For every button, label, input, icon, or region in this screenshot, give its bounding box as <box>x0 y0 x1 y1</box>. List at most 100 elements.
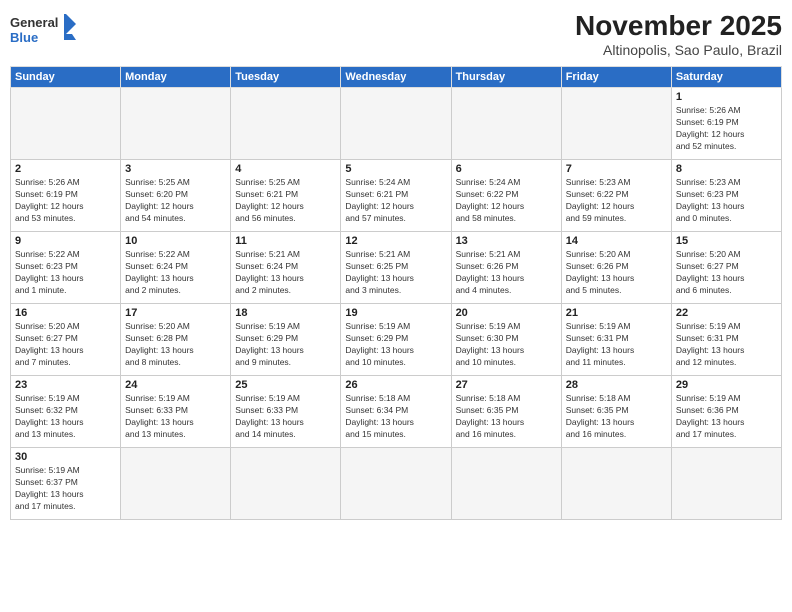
day-number: 19 <box>345 307 446 319</box>
day-number: 22 <box>676 307 777 319</box>
day-number: 20 <box>456 307 557 319</box>
calendar-cell: 7 Sunrise: 5:23 AM Sunset: 6:22 PM Daylig… <box>561 160 671 232</box>
calendar-row: 23Sunrise: 5:19 AM Sunset: 6:32 PM Dayli… <box>11 376 782 448</box>
day-info: Sunrise: 5:26 AM Sunset: 6:19 PM Dayligh… <box>15 177 116 225</box>
calendar-cell: 17Sunrise: 5:20 AM Sunset: 6:28 PM Dayli… <box>121 304 231 376</box>
day-info: Sunrise: 5:21 AM Sunset: 6:24 PM Dayligh… <box>235 249 336 297</box>
day-info: Sunrise: 5:19 AM Sunset: 6:29 PM Dayligh… <box>345 321 446 369</box>
page: General Blue November 2025 Altinopolis, … <box>0 0 792 612</box>
calendar-cell: 23Sunrise: 5:19 AM Sunset: 6:32 PM Dayli… <box>11 376 121 448</box>
day-info: Sunrise: 5:20 AM Sunset: 6:26 PM Dayligh… <box>566 249 667 297</box>
calendar-row: 2 Sunrise: 5:26 AM Sunset: 6:19 PM Daylig… <box>11 160 782 232</box>
calendar-cell <box>341 88 451 160</box>
day-number: 7 <box>566 163 667 175</box>
day-number: 13 <box>456 235 557 247</box>
day-info: Sunrise: 5:21 AM Sunset: 6:25 PM Dayligh… <box>345 249 446 297</box>
calendar-cell <box>561 448 671 520</box>
calendar-cell: 30Sunrise: 5:19 AM Sunset: 6:37 PM Dayli… <box>11 448 121 520</box>
calendar-cell: 5Sunrise: 5:24 AM Sunset: 6:21 PM Daylig… <box>341 160 451 232</box>
calendar-cell: 1Sunrise: 5:26 AM Sunset: 6:19 PM Daylig… <box>671 88 781 160</box>
calendar-cell: 20Sunrise: 5:19 AM Sunset: 6:30 PM Dayli… <box>451 304 561 376</box>
day-info: Sunrise: 5:18 AM Sunset: 6:35 PM Dayligh… <box>456 393 557 441</box>
day-number: 17 <box>125 307 226 319</box>
calendar-cell <box>451 448 561 520</box>
day-info: Sunrise: 5:19 AM Sunset: 6:36 PM Dayligh… <box>676 393 777 441</box>
day-info: Sunrise: 5:19 AM Sunset: 6:32 PM Dayligh… <box>15 393 116 441</box>
day-number: 12 <box>345 235 446 247</box>
day-info: Sunrise: 5:22 AM Sunset: 6:24 PM Dayligh… <box>125 249 226 297</box>
svg-text:Blue: Blue <box>10 30 38 45</box>
day-number: 4 <box>235 163 336 175</box>
day-info: Sunrise: 5:25 AM Sunset: 6:21 PM Dayligh… <box>235 177 336 225</box>
calendar-cell <box>11 88 121 160</box>
day-number: 15 <box>676 235 777 247</box>
day-number: 2 <box>15 163 116 175</box>
calendar-cell: 29 Sunrise: 5:19 AM Sunset: 6:36 PM Dayli… <box>671 376 781 448</box>
calendar-row: 9 Sunrise: 5:22 AM Sunset: 6:23 PM Daylig… <box>11 232 782 304</box>
day-info: Sunrise: 5:22 AM Sunset: 6:23 PM Dayligh… <box>15 249 116 297</box>
day-number: 25 <box>235 379 336 391</box>
day-number: 3 <box>125 163 226 175</box>
calendar-table: Sunday Monday Tuesday Wednesday Thursday… <box>10 66 782 520</box>
calendar-cell: 26Sunrise: 5:18 AM Sunset: 6:34 PM Dayli… <box>341 376 451 448</box>
day-info: Sunrise: 5:21 AM Sunset: 6:26 PM Dayligh… <box>456 249 557 297</box>
day-number: 21 <box>566 307 667 319</box>
calendar-cell: 21Sunrise: 5:19 AM Sunset: 6:31 PM Dayli… <box>561 304 671 376</box>
header-monday: Monday <box>121 67 231 88</box>
day-number: 29 <box>676 379 777 391</box>
day-info: Sunrise: 5:19 AM Sunset: 6:33 PM Dayligh… <box>125 393 226 441</box>
header-saturday: Saturday <box>671 67 781 88</box>
calendar-cell <box>231 448 341 520</box>
calendar-cell: 25 Sunrise: 5:19 AM Sunset: 6:33 PM Dayli… <box>231 376 341 448</box>
calendar-cell <box>451 88 561 160</box>
day-number: 1 <box>676 91 777 103</box>
day-number: 14 <box>566 235 667 247</box>
header-thursday: Thursday <box>451 67 561 88</box>
calendar-cell: 13 Sunrise: 5:21 AM Sunset: 6:26 PM Dayli… <box>451 232 561 304</box>
location-subtitle: Altinopolis, Sao Paulo, Brazil <box>575 42 782 58</box>
day-info: Sunrise: 5:20 AM Sunset: 6:27 PM Dayligh… <box>676 249 777 297</box>
calendar-cell: 12 Sunrise: 5:21 AM Sunset: 6:25 PM Dayli… <box>341 232 451 304</box>
calendar-cell: 24 Sunrise: 5:19 AM Sunset: 6:33 PM Dayli… <box>121 376 231 448</box>
calendar-cell: 3 Sunrise: 5:25 AM Sunset: 6:20 PM Daylig… <box>121 160 231 232</box>
calendar-cell: 15 Sunrise: 5:20 AM Sunset: 6:27 PM Dayli… <box>671 232 781 304</box>
logo: General Blue <box>10 10 80 50</box>
calendar-cell: 22Sunrise: 5:19 AM Sunset: 6:31 PM Dayli… <box>671 304 781 376</box>
calendar-cell <box>121 448 231 520</box>
calendar-cell <box>561 88 671 160</box>
calendar-cell: 2 Sunrise: 5:26 AM Sunset: 6:19 PM Daylig… <box>11 160 121 232</box>
day-info: Sunrise: 5:20 AM Sunset: 6:27 PM Dayligh… <box>15 321 116 369</box>
day-info: Sunrise: 5:25 AM Sunset: 6:20 PM Dayligh… <box>125 177 226 225</box>
header-friday: Friday <box>561 67 671 88</box>
calendar-row: 16 Sunrise: 5:20 AM Sunset: 6:27 PM Dayli… <box>11 304 782 376</box>
calendar-cell: 10Sunrise: 5:22 AM Sunset: 6:24 PM Dayli… <box>121 232 231 304</box>
header-wednesday: Wednesday <box>341 67 451 88</box>
day-info: Sunrise: 5:24 AM Sunset: 6:22 PM Dayligh… <box>456 177 557 225</box>
calendar-cell: 19 Sunrise: 5:19 AM Sunset: 6:29 PM Dayli… <box>341 304 451 376</box>
day-info: Sunrise: 5:19 AM Sunset: 6:37 PM Dayligh… <box>15 465 116 513</box>
day-info: Sunrise: 5:19 AM Sunset: 6:29 PM Dayligh… <box>235 321 336 369</box>
calendar-cell <box>231 88 341 160</box>
header-sunday: Sunday <box>11 67 121 88</box>
day-number: 11 <box>235 235 336 247</box>
day-number: 9 <box>15 235 116 247</box>
svg-text:General: General <box>10 15 58 30</box>
day-number: 24 <box>125 379 226 391</box>
calendar-cell: 9 Sunrise: 5:22 AM Sunset: 6:23 PM Daylig… <box>11 232 121 304</box>
calendar-cell: 16 Sunrise: 5:20 AM Sunset: 6:27 PM Dayli… <box>11 304 121 376</box>
calendar-row: 30Sunrise: 5:19 AM Sunset: 6:37 PM Dayli… <box>11 448 782 520</box>
calendar-cell: 27Sunrise: 5:18 AM Sunset: 6:35 PM Dayli… <box>451 376 561 448</box>
day-number: 16 <box>15 307 116 319</box>
day-info: Sunrise: 5:23 AM Sunset: 6:22 PM Dayligh… <box>566 177 667 225</box>
calendar-cell: 6Sunrise: 5:24 AM Sunset: 6:22 PM Daylig… <box>451 160 561 232</box>
header: General Blue November 2025 Altinopolis, … <box>10 10 782 58</box>
day-info: Sunrise: 5:19 AM Sunset: 6:33 PM Dayligh… <box>235 393 336 441</box>
day-number: 5 <box>345 163 446 175</box>
calendar-cell: 11 Sunrise: 5:21 AM Sunset: 6:24 PM Dayli… <box>231 232 341 304</box>
day-number: 8 <box>676 163 777 175</box>
day-info: Sunrise: 5:18 AM Sunset: 6:35 PM Dayligh… <box>566 393 667 441</box>
calendar-cell: 4 Sunrise: 5:25 AM Sunset: 6:21 PM Daylig… <box>231 160 341 232</box>
calendar-cell <box>121 88 231 160</box>
day-info: Sunrise: 5:23 AM Sunset: 6:23 PM Dayligh… <box>676 177 777 225</box>
logo-svg: General Blue <box>10 10 80 50</box>
